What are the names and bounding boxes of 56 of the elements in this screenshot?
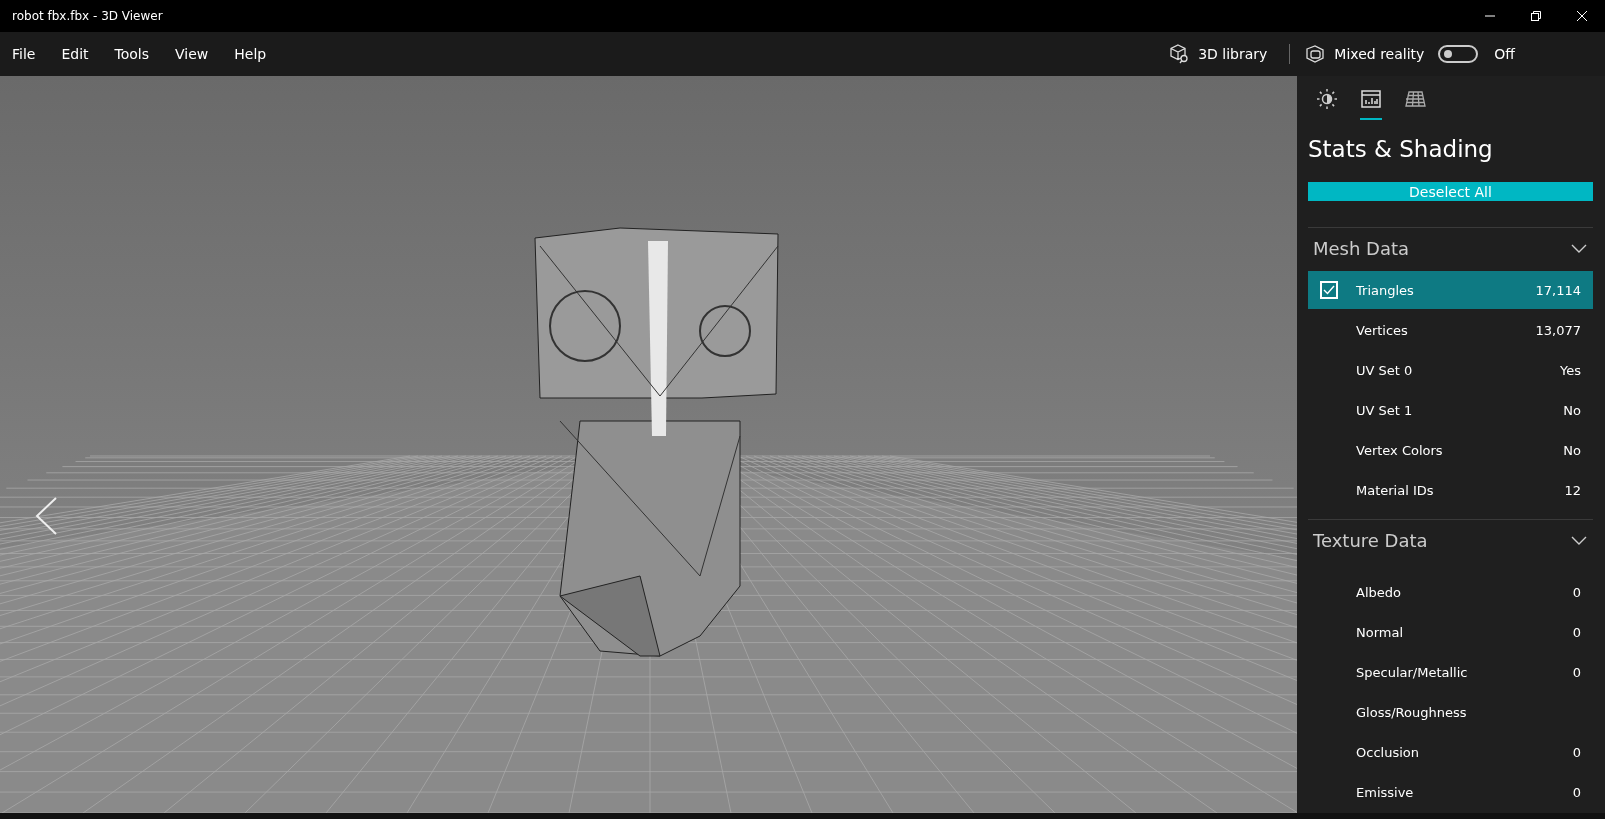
stat-row[interactable]: UV Set 0 Yes <box>1308 351 1593 389</box>
stat-row[interactable]: UV Set 1 No <box>1308 391 1593 429</box>
stat-label: Vertex Colors <box>1356 442 1444 458</box>
stat-label: UV Set 0 <box>1356 362 1414 378</box>
stat-value: 13,077 <box>1535 322 1581 338</box>
stat-value: 17,114 <box>1535 282 1581 298</box>
toggle-switch[interactable] <box>1438 45 1479 63</box>
menu-item[interactable]: Help <box>224 40 277 68</box>
section-header[interactable]: Mesh Data <box>1308 228 1593 267</box>
headset-cube-icon <box>1304 43 1327 65</box>
stat-label: Material IDs <box>1356 482 1435 498</box>
cube-search-icon <box>1168 43 1191 65</box>
close-icon <box>1576 10 1588 22</box>
stat-row[interactable]: Emissive 0 <box>1308 773 1593 811</box>
stat-value: 0 <box>1572 664 1581 680</box>
panel-title: Stats & Shading <box>1308 136 1494 162</box>
stat-value: 0 <box>1572 584 1581 600</box>
restore-icon <box>1530 10 1542 22</box>
library-link[interactable]: 3D library <box>1198 46 1268 62</box>
stat-label: Triangles <box>1356 282 1415 298</box>
stat-row[interactable]: Vertices 13,077 <box>1308 311 1593 349</box>
toggle-state: Off <box>1494 46 1515 62</box>
stat-row[interactable]: Specular/Metallic 0 <box>1308 653 1593 691</box>
stat-value: Yes <box>1560 362 1581 378</box>
stat-row[interactable]: Material IDs 12 <box>1308 471 1593 509</box>
menu-item[interactable]: View <box>165 40 219 68</box>
window-title: robot fbx.fbx - 3D Viewer <box>12 9 164 23</box>
chevron-down-icon <box>1571 535 1587 546</box>
stat-row[interactable]: Vertex Colors No <box>1308 431 1593 469</box>
stats-tab[interactable] <box>1360 88 1382 120</box>
stat-label: Albedo <box>1356 584 1402 600</box>
mixed-reality-label: Mixed reality <box>1334 46 1425 62</box>
stat-value: 0 <box>1572 624 1581 640</box>
stat-value: 12 <box>1564 482 1581 498</box>
stat-value: 0 <box>1572 784 1581 800</box>
section-header[interactable]: Texture Data <box>1308 520 1593 559</box>
menu-item[interactable]: Tools <box>104 40 160 68</box>
stat-label: Vertices <box>1356 322 1409 338</box>
menu-item[interactable]: File <box>2 40 46 68</box>
stat-row[interactable]: Occlusion 0 <box>1308 733 1593 771</box>
stat-value: 0 <box>1572 744 1581 760</box>
stat-row[interactable]: Normal 0 <box>1308 613 1593 651</box>
checkbox[interactable] <box>1320 281 1338 299</box>
menu-item[interactable]: Edit <box>51 40 99 68</box>
stat-value: No <box>1563 442 1581 458</box>
stat-row[interactable]: Gloss/Roughness <box>1308 693 1593 731</box>
stat-label: Normal <box>1356 624 1405 640</box>
chevron-down-icon <box>1571 243 1587 254</box>
stat-label: Occlusion <box>1356 744 1420 760</box>
stat-row[interactable]: Triangles 17,114 <box>1308 271 1593 309</box>
stat-value: No <box>1563 402 1581 418</box>
stat-label: Gloss/Roughness <box>1356 704 1468 720</box>
stat-row[interactable]: Albedo 0 <box>1308 573 1593 611</box>
stat-label: UV Set 1 <box>1356 402 1414 418</box>
stat-label: Emissive <box>1356 784 1415 800</box>
stat-label: Specular/Metallic <box>1356 664 1469 680</box>
